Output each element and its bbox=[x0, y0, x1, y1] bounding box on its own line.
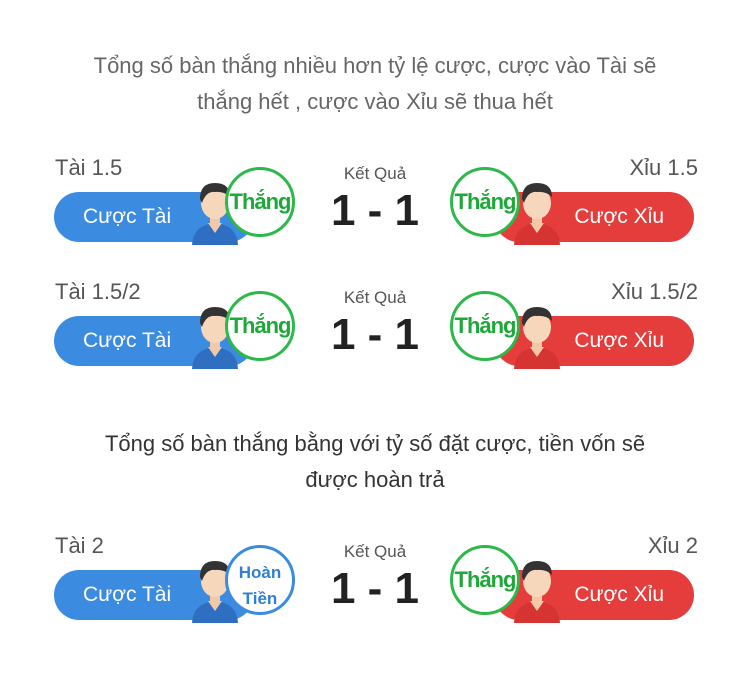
description-line: thắng hết , cược vào Xỉu sẽ thua hết bbox=[197, 89, 553, 114]
section-description-win: Tổng số bàn thắng nhiều hơn tỷ lệ cược, … bbox=[0, 48, 750, 120]
match-score: 1 - 1 bbox=[330, 564, 420, 613]
result-label: Kết Quả bbox=[343, 542, 407, 561]
result-label: Kết Quả bbox=[343, 164, 407, 183]
bet-row: Tài 1.5/2 Xỉu 1.5/2 Cược Tài Cược Xỉu Th… bbox=[0, 279, 750, 379]
match-score: 1 - 1 bbox=[330, 186, 420, 235]
description-line: Tổng số bàn thắng bằng với tỷ số đặt cượ… bbox=[104, 431, 646, 456]
section-description-refund: Tổng số bàn thắng bằng với tỷ số đặt cượ… bbox=[0, 426, 750, 498]
description-line: được hoàn trả bbox=[305, 467, 445, 492]
bet-row: Tài 2 Xỉu 2 Cược Tài Cược Xỉu Hoàn Tiền … bbox=[0, 533, 750, 633]
description-line: Tổng số bàn thắng nhiều hơn tỷ lệ cược, … bbox=[93, 53, 657, 78]
match-score: 1 - 1 bbox=[330, 310, 420, 359]
bet-row: Tài 1.5 Xỉu 1.5 Cược Tài Cược Xỉu Thắng … bbox=[0, 155, 750, 255]
result-label: Kết Quả bbox=[343, 288, 407, 307]
